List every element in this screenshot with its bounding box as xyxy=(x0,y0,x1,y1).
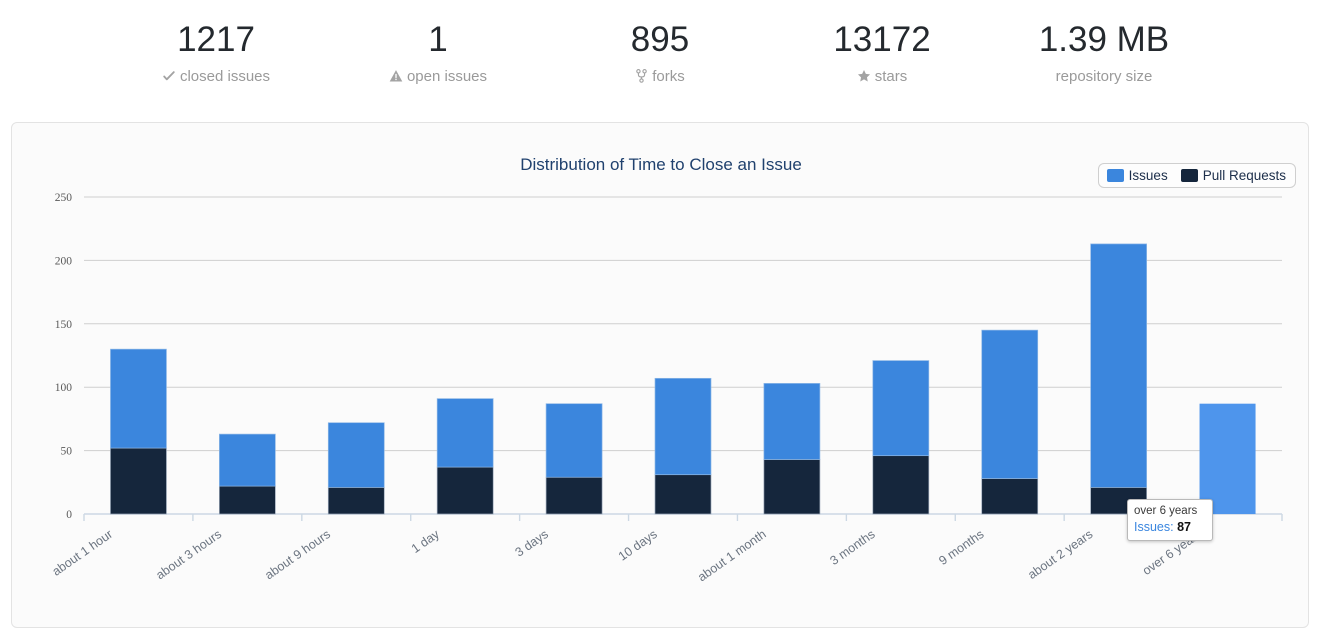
bar-segment-issues[interactable] xyxy=(654,377,712,476)
check-icon xyxy=(162,69,176,89)
stat-forks: 895 forks xyxy=(549,18,771,89)
bar-segment-pull-requests[interactable] xyxy=(654,474,712,515)
x-axis-tick-label: 9 months xyxy=(936,527,986,568)
stat-label-text: repository size xyxy=(1055,68,1153,85)
bar-segment-pull-requests[interactable] xyxy=(110,447,167,515)
bar-segment-issues[interactable] xyxy=(872,360,930,457)
fork-icon xyxy=(635,69,648,89)
stat-repository-size: 1.39 MB repository size xyxy=(993,18,1215,87)
tooltip-title: over 6 years xyxy=(1134,505,1198,517)
x-axis-tick-label: about 1 month xyxy=(695,527,769,584)
y-axis-tick-label: 150 xyxy=(55,319,73,331)
x-axis-tick-label: about 2 years xyxy=(1025,527,1095,582)
bar-segment-issues[interactable] xyxy=(981,329,1039,479)
stat-value: 1.39 MB xyxy=(1038,20,1170,59)
bar-segment-issues[interactable] xyxy=(436,398,494,468)
stat-label-text: forks xyxy=(652,68,685,85)
bar-segment-pull-requests[interactable] xyxy=(436,466,494,515)
bar-segment-issues[interactable] xyxy=(327,422,385,488)
y-axis-tick-label: 100 xyxy=(55,382,73,394)
x-axis-tick-label: 10 days xyxy=(616,527,660,564)
y-axis-tick-label: 0 xyxy=(66,509,72,521)
x-axis-tick-label: about 9 hours xyxy=(262,527,333,582)
stat-label-row: stars xyxy=(771,67,993,89)
stat-label-row: forks xyxy=(549,67,771,89)
stat-closed-issues: 1217 closed issues xyxy=(105,18,327,89)
repository-stats-strip: 1217 closed issues 1 open issues 895 for… xyxy=(0,0,1320,117)
chart-plot-area[interactable]: 0 50 100 150 200 250 about 1 hour about 3 hours… xyxy=(12,123,1310,629)
stat-label-text: open issues xyxy=(406,68,488,85)
bar-segment-pull-requests[interactable] xyxy=(545,476,603,515)
bar-segment-issues[interactable] xyxy=(763,383,821,460)
bar-segment-issues[interactable] xyxy=(110,348,167,449)
bar-segment-pull-requests[interactable] xyxy=(763,459,821,515)
repository-stats-page: 1217 closed issues 1 open issues 895 for… xyxy=(0,0,1320,639)
tooltip-series-value: 87 xyxy=(1177,520,1191,534)
stat-value: 1217 xyxy=(177,20,255,59)
stat-label-row: open issues xyxy=(327,67,549,89)
stat-value: 895 xyxy=(630,20,690,59)
stat-label-text: stars xyxy=(874,68,908,85)
chart-svg[interactable]: 0 50 100 150 200 250 about 1 hour about 3 hours… xyxy=(12,123,1310,629)
y-axis-tick-label: 250 xyxy=(55,192,73,204)
bar-segment-issues[interactable] xyxy=(1199,403,1256,514)
star-icon xyxy=(857,69,871,89)
chart-tooltip: over 6 years Issues: 87 xyxy=(1127,499,1213,541)
y-axis-tick-label: 50 xyxy=(61,446,73,458)
stat-stars: 13172 stars xyxy=(771,18,993,89)
bar-segment-pull-requests[interactable] xyxy=(219,485,276,515)
warning-triangle-icon xyxy=(389,69,403,89)
x-axis-tick-label: 3 days xyxy=(513,527,551,560)
bar-segment-pull-requests[interactable] xyxy=(872,455,930,515)
stat-label-row: closed issues xyxy=(105,67,327,89)
x-axis-tick-label: about 3 hours xyxy=(153,527,224,582)
stat-value: 13172 xyxy=(833,20,931,59)
tooltip-series-key: Issues: xyxy=(1134,520,1174,534)
bar-segment-issues[interactable] xyxy=(1090,243,1147,488)
x-axis-tick-label: about 1 hour xyxy=(50,527,116,579)
stat-label-text: closed issues xyxy=(179,68,271,85)
stat-value: 1 xyxy=(428,20,448,59)
bar-segment-issues[interactable] xyxy=(545,403,603,478)
x-axis-tick-label: 1 day xyxy=(409,527,443,556)
bar-segment-pull-requests[interactable] xyxy=(981,478,1039,515)
stat-open-issues: 1 open issues xyxy=(327,18,549,89)
chart-card: Distribution of Time to Close an Issue I… xyxy=(11,122,1309,628)
bar-segment-pull-requests[interactable] xyxy=(327,487,385,515)
tooltip-value-row: Issues: 87 xyxy=(1134,519,1206,535)
y-axis-tick-label: 200 xyxy=(55,255,73,267)
x-axis-tick-label: 3 months xyxy=(827,527,877,568)
stat-label-row: repository size xyxy=(993,67,1215,87)
bar-segment-issues[interactable] xyxy=(219,433,276,487)
